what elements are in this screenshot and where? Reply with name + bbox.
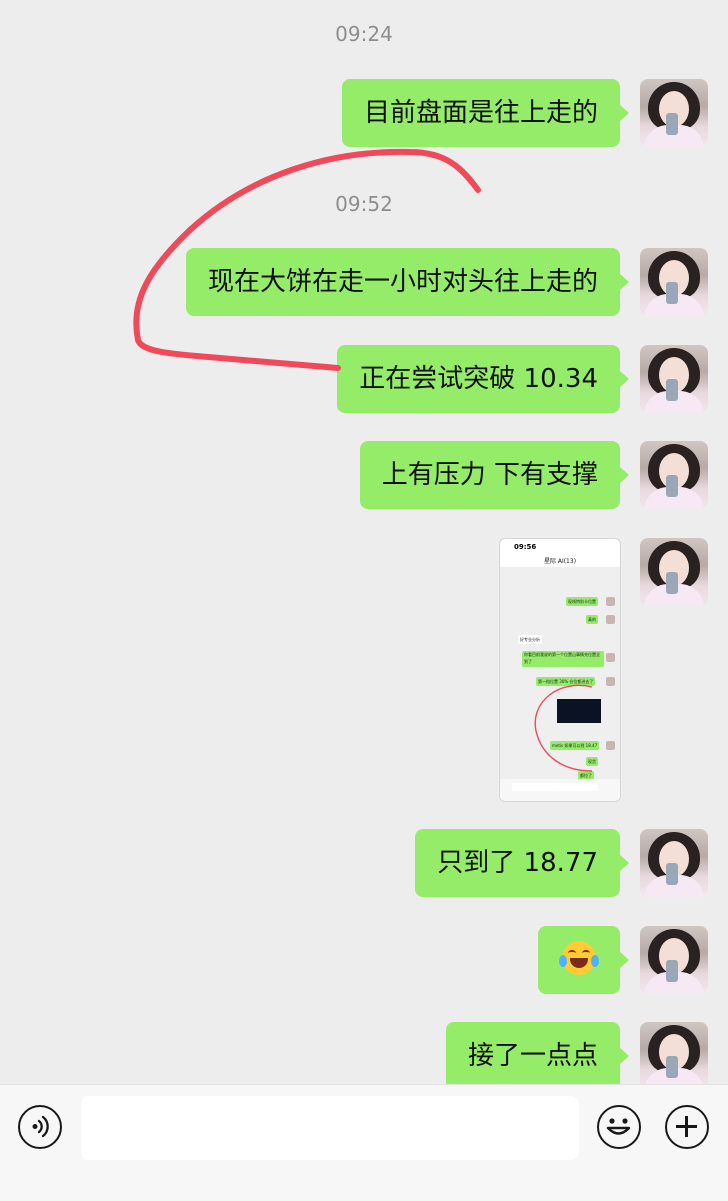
timestamp: 09:52	[335, 192, 393, 216]
message-input[interactable]	[81, 1096, 579, 1160]
timestamp: 09:24	[335, 22, 393, 46]
avatar[interactable]	[640, 1022, 708, 1084]
emoji-icon[interactable]	[597, 1105, 641, 1149]
avatar[interactable]	[640, 345, 708, 413]
input-bar	[0, 1084, 728, 1201]
avatar[interactable]	[640, 538, 708, 606]
avatar[interactable]	[640, 829, 708, 897]
thumbnail-annotation	[534, 684, 593, 772]
voice-icon[interactable]	[18, 1105, 62, 1149]
chat-screenshot-thumbnail[interactable]: 09:56 星际 AI(13) 现线特别卡位置 真的 好专业分析 你看目前我说的…	[499, 538, 621, 802]
chat-area[interactable]: 09:24 目前盘面是往上走的 09:52 现在大饼在走一小时对头往上走的 正在…	[0, 0, 728, 1084]
message-bubble[interactable]: 只到了 18.77	[415, 829, 629, 897]
message-bubble[interactable]: 正在尝试突破 10.34	[337, 345, 629, 413]
avatar[interactable]	[640, 926, 708, 994]
plus-icon[interactable]	[665, 1105, 709, 1149]
message-bubble[interactable]: 接了一点点	[445, 1022, 630, 1084]
face-with-tears-of-joy-icon	[559, 940, 599, 975]
message-bubble[interactable]: 现在大饼在走一小时对头往上走的	[185, 248, 630, 316]
message-bubble[interactable]: 目前盘面是往上走的	[341, 79, 630, 147]
emoji-message-bubble[interactable]	[538, 926, 629, 994]
avatar[interactable]	[640, 248, 708, 316]
avatar[interactable]	[640, 441, 708, 509]
message-bubble[interactable]: 上有压力 下有支撑	[359, 441, 630, 509]
avatar[interactable]	[640, 79, 708, 147]
thumbnail-input-bar	[500, 779, 620, 801]
